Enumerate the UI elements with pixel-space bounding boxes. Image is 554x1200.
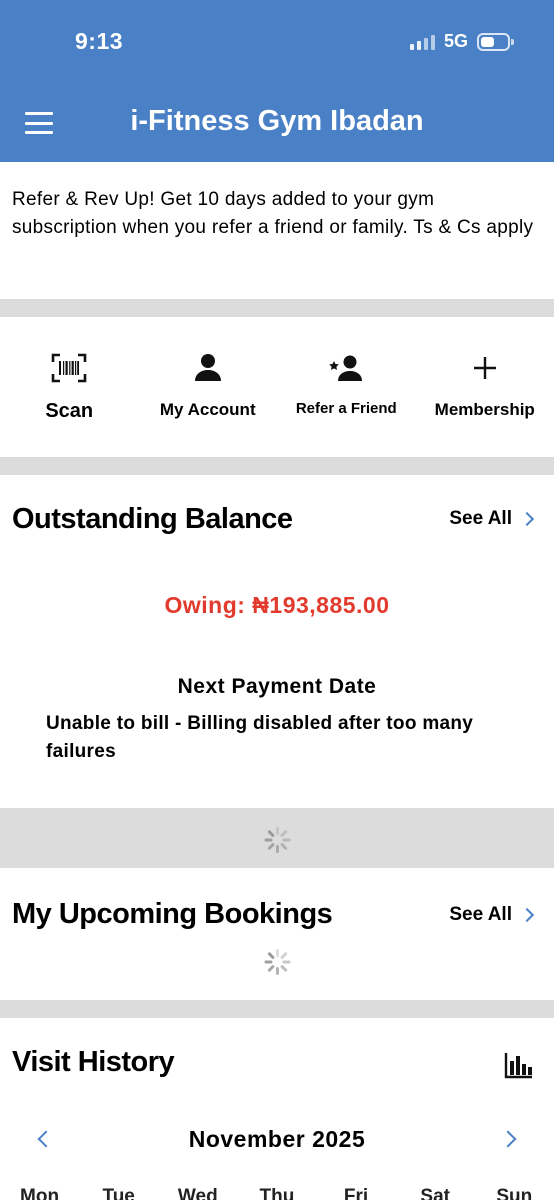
- app-header: 9:13 5G i-Fitness Gym Ibadan: [0, 0, 554, 162]
- person-icon: [194, 354, 221, 381]
- scan-label: Scan: [45, 400, 94, 422]
- calendar-weekdays: Mon Tue Wed Thu Fri Sat Sun: [0, 1186, 554, 1200]
- calendar-month: November 2025: [188, 1126, 366, 1152]
- owing-amount: Owing: ₦193,885.00: [164, 592, 390, 618]
- promo-text: Refer & Rev Up! Get 10 days added to you…: [12, 189, 534, 238]
- visit-history-title: Visit History: [12, 1046, 175, 1078]
- balance-title: Outstanding Balance: [12, 503, 293, 535]
- quick-actions: Scan My Account Refer a Friend Membershi…: [0, 317, 554, 457]
- next-payment-value: Unable to bill - Billing disabled after …: [46, 713, 474, 762]
- app-title: i-Fitness Gym Ibadan: [130, 105, 424, 137]
- see-all-label: See All: [449, 904, 512, 925]
- chevron-right-icon: [519, 511, 535, 527]
- person-star-icon: [329, 355, 363, 381]
- balance-see-all-link[interactable]: See All: [449, 508, 535, 530]
- refer-friend-button[interactable]: Refer a Friend: [277, 317, 416, 457]
- signal-icon: [409, 34, 435, 50]
- status-time: 9:13: [75, 28, 124, 54]
- scan-button[interactable]: Scan: [0, 317, 139, 457]
- battery-icon: [477, 32, 514, 51]
- weekday-label: Wed: [177, 1186, 218, 1200]
- weekday-label: Sat: [420, 1186, 450, 1200]
- promo-banner: Refer & Rev Up! Get 10 days added to you…: [0, 162, 554, 299]
- network-type: 5G: [443, 31, 468, 51]
- visit-history-card: Visit History November 2025 Mon Tue Wed …: [0, 1018, 554, 1200]
- chevron-right-icon: [519, 907, 535, 923]
- loading-spinner-icon: [263, 826, 291, 854]
- see-all-label: See All: [449, 508, 512, 529]
- membership-button[interactable]: Membership: [416, 317, 554, 457]
- weekday-label: Mon: [20, 1186, 60, 1200]
- next-payment-title: Next Payment Date: [177, 675, 377, 698]
- plus-icon: [473, 357, 496, 379]
- membership-label: Membership: [434, 400, 535, 419]
- status-indicators: 5G: [409, 31, 514, 52]
- weekday-label: Fri: [343, 1186, 369, 1200]
- weekday-label: Thu: [259, 1186, 295, 1200]
- weekday-label: Tue: [102, 1186, 135, 1200]
- bookings-see-all-link[interactable]: See All: [449, 904, 535, 926]
- loading-spinner-icon: [263, 948, 291, 976]
- my-account-label: My Account: [159, 400, 256, 419]
- balance-card: Outstanding Balance See All Owing: ₦193,…: [0, 475, 554, 808]
- weekday-label: Sun: [496, 1186, 533, 1200]
- bookings-title: My Upcoming Bookings: [12, 898, 333, 930]
- bookings-card: My Upcoming Bookings See All: [0, 868, 554, 1000]
- barcode-scan-icon: [51, 353, 87, 383]
- refer-friend-label: Refer a Friend: [295, 400, 397, 417]
- my-account-button[interactable]: My Account: [139, 317, 278, 457]
- bar-chart-icon[interactable]: [504, 1051, 534, 1079]
